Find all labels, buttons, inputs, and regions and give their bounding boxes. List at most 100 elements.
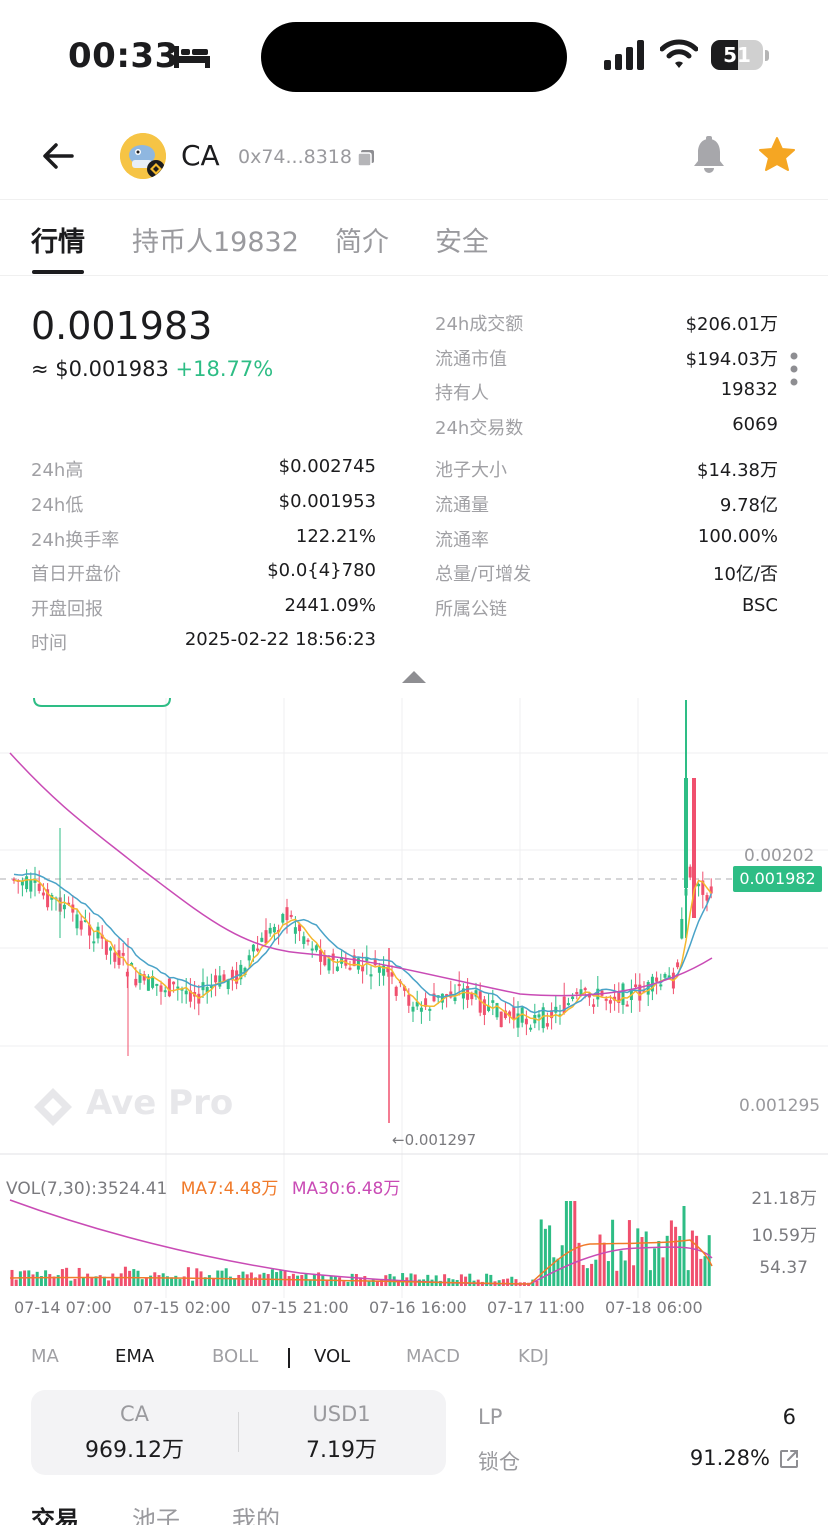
volume-bar	[506, 1278, 510, 1286]
stat-chain-label: 所属公链	[435, 599, 507, 620]
volume-bar	[333, 1276, 337, 1286]
candle-body	[634, 984, 638, 988]
candle-body	[482, 999, 486, 1015]
volume-bar	[564, 1201, 568, 1286]
volume-bar	[539, 1219, 543, 1286]
collapse-caret-icon[interactable]	[401, 670, 427, 684]
stat-low-label: 24h低	[31, 495, 84, 516]
volume-bar	[644, 1231, 648, 1286]
lock-label: 锁仓	[478, 1450, 520, 1474]
volume-bar	[678, 1235, 682, 1286]
candle-body	[491, 1000, 495, 1003]
ave-pro-logo-icon	[34, 1088, 72, 1126]
bell-icon[interactable]	[690, 136, 728, 174]
indicator-vol[interactable]: VOL	[314, 1346, 350, 1367]
volume-bar	[690, 1230, 694, 1286]
candle-body	[684, 778, 688, 888]
indicator-ema[interactable]: EMA	[115, 1346, 154, 1367]
volume-bar	[594, 1259, 598, 1286]
volume-bar	[140, 1279, 144, 1286]
favorite-star-icon[interactable]	[758, 136, 796, 174]
volume-bar	[648, 1270, 652, 1286]
volume-bar	[548, 1225, 552, 1286]
x-axis-label: 07-17 11:00	[487, 1298, 585, 1317]
volume-bar	[682, 1206, 686, 1286]
price-chart[interactable]	[0, 698, 828, 1318]
volume-bar	[569, 1201, 573, 1286]
candle-body	[428, 1008, 432, 1011]
volume-bar	[615, 1270, 619, 1286]
volume-bar	[581, 1264, 585, 1286]
current-price: 0.001983	[31, 304, 213, 348]
bottom-tab-pool[interactable]: 池子	[132, 1500, 180, 1525]
volume-bar	[233, 1279, 237, 1286]
volume-bar	[86, 1273, 90, 1286]
candle-body	[281, 913, 285, 923]
tab-security[interactable]: 安全	[435, 220, 489, 259]
dynamic-island	[261, 22, 567, 92]
volume-bar	[191, 1280, 195, 1286]
bottom-tab-trade[interactable]: 交易	[31, 1500, 79, 1525]
candle-body	[407, 994, 411, 1006]
indicator-kdj[interactable]: KDJ	[518, 1346, 549, 1367]
candle-body	[335, 966, 339, 971]
tab-intro[interactable]: 简介	[335, 220, 389, 259]
volume-bar	[258, 1274, 262, 1286]
candle-body	[121, 952, 125, 956]
volume-bar	[56, 1275, 60, 1286]
tab-holders[interactable]: 持币人19832	[132, 220, 299, 259]
candle-body	[571, 996, 575, 999]
volume-bar	[178, 1279, 182, 1286]
indicator-macd[interactable]: MACD	[406, 1346, 460, 1367]
more-options-icon[interactable]	[789, 352, 799, 386]
indicator-boll[interactable]: BOLL	[212, 1346, 258, 1367]
external-link-icon[interactable]	[778, 1448, 800, 1470]
candle-body	[75, 914, 79, 929]
sleep-bed-icon	[174, 46, 210, 68]
stat-low-value: $0.001953	[278, 491, 376, 512]
candle-body	[289, 914, 293, 917]
stat-turnover-label: 24h换手率	[31, 530, 120, 551]
back-arrow-icon[interactable]	[38, 138, 78, 174]
volume-bar	[207, 1275, 211, 1286]
copy-icon[interactable]	[356, 148, 376, 168]
stat-return-value: 2441.09%	[284, 595, 376, 616]
pool-token-b-amount: 7.19万	[306, 1438, 377, 1463]
volume-bar	[661, 1257, 665, 1286]
candle-body	[608, 1000, 612, 1004]
stat-txns-label: 24h交易数	[435, 418, 524, 439]
candle-body	[663, 974, 667, 978]
candle-body	[285, 907, 289, 921]
tab-market[interactable]: 行情	[31, 220, 85, 259]
pool-token-a-amount: 969.12万	[85, 1438, 184, 1463]
contract-address[interactable]: 0x74...8318	[238, 146, 352, 168]
volume-bar	[543, 1228, 547, 1286]
volume-bar	[338, 1277, 342, 1286]
candle-body	[37, 883, 41, 891]
volume-bar	[354, 1273, 358, 1286]
candle-body	[29, 880, 33, 892]
volume-bar	[556, 1258, 560, 1286]
volume-bar	[279, 1269, 283, 1286]
token-header: CA 0x74...8318	[0, 110, 828, 200]
detail-tabs: 行情 持币人19832 简介 安全	[0, 200, 828, 276]
candle-body	[264, 930, 268, 944]
volume-bar	[409, 1273, 413, 1286]
bottom-tab-mine[interactable]: 我的	[232, 1500, 280, 1525]
volume-bar	[699, 1258, 703, 1286]
volume-bar	[669, 1220, 673, 1286]
volume-bar	[598, 1234, 602, 1286]
volume-bar	[627, 1220, 631, 1286]
candle-body	[659, 984, 663, 987]
candle-body	[268, 927, 272, 934]
candle-body	[260, 937, 264, 942]
candle-body	[575, 992, 579, 995]
candle-body	[159, 985, 163, 992]
x-axis-label: 07-18 06:00	[605, 1298, 703, 1317]
volume-bar	[144, 1277, 148, 1286]
stat-time-label: 时间	[31, 633, 67, 654]
volume-bar	[459, 1274, 463, 1286]
indicator-ma[interactable]: MA	[31, 1346, 59, 1367]
candle-body	[134, 978, 138, 986]
candle-body	[302, 936, 306, 945]
